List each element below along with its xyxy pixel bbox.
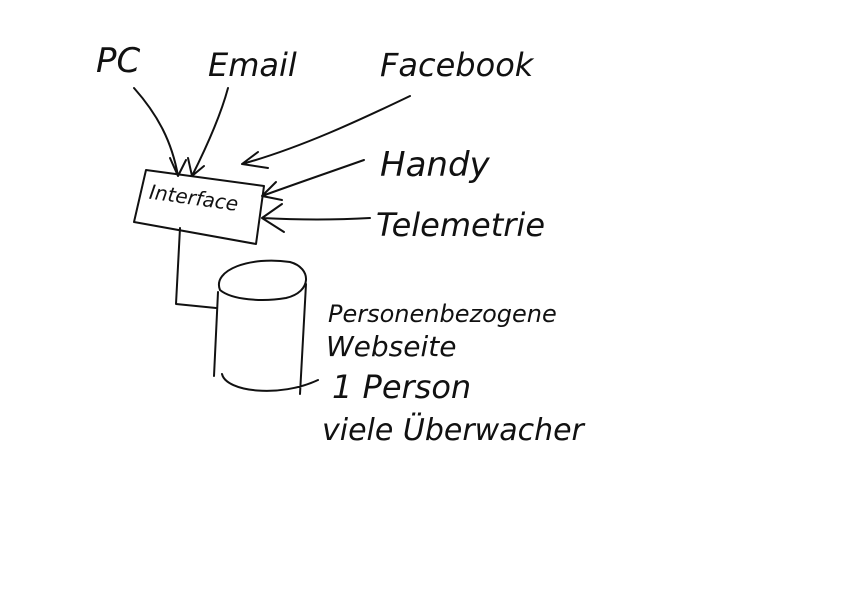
database-cylinder bbox=[213, 259, 319, 395]
interface-to-database-line bbox=[175, 227, 217, 309]
source-label-facebook: Facebook bbox=[380, 46, 535, 84]
interface-label: Interface bbox=[148, 180, 240, 216]
source-label-handy: Handy bbox=[380, 145, 491, 185]
arrow-email-to-interface bbox=[187, 87, 229, 177]
source-label-telemetrie: Telemetrie bbox=[376, 206, 545, 244]
note-personenbezogene: Personenbezogene bbox=[328, 300, 557, 328]
whiteboard-sketch: PC Email Facebook Handy Telemetrie Inter… bbox=[96, 41, 586, 448]
arrow-handy-to-interface bbox=[261, 159, 365, 201]
arrow-pc-to-interface bbox=[133, 87, 187, 177]
note-1-person: 1 Person bbox=[332, 368, 471, 406]
note-viele-ueberwacher: viele Überwacher bbox=[322, 412, 586, 448]
note-webseite: Webseite bbox=[326, 330, 456, 363]
source-label-email: Email bbox=[208, 46, 297, 84]
source-label-pc: PC bbox=[96, 41, 141, 81]
arrow-telemetrie-to-interface bbox=[261, 203, 371, 233]
